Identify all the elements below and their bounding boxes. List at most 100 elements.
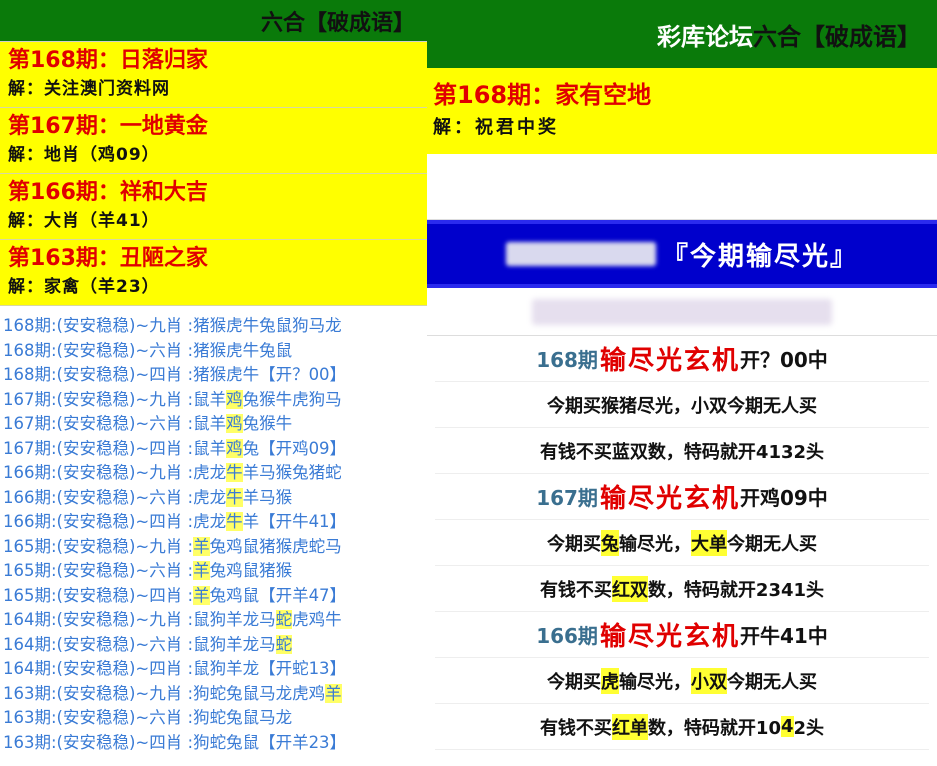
list-item: 167期:(安安稳稳)~九肖 :鼠羊鸡兔猴牛虎狗马 (3, 388, 427, 413)
round-line-highlight: 兔 (601, 529, 619, 556)
row-highlight: 羊 (193, 561, 210, 580)
row-prefix: 166期:(安安稳稳)~四肖 : (3, 512, 194, 531)
row-text: 鼠狗羊龙马 (193, 610, 276, 629)
row-text: 鼠羊 (193, 414, 227, 433)
round-line-text: 输尽光， (619, 671, 691, 693)
row-prefix: 167期:(安安稳稳)~九肖 : (3, 389, 194, 409)
row-prefix: 164期:(安安稳稳)~六肖 : (3, 634, 194, 654)
list-item: 166期:(安安稳稳)~六肖 :虎龙牛羊马猴 (3, 486, 427, 511)
right-header-prefix: 彩库论坛 (657, 22, 753, 51)
list-item: 163期:(安安稳稳)~六肖 :狗蛇兔鼠马龙 (3, 706, 427, 731)
round-period: 167期 (536, 486, 598, 510)
row-prefix: 165期:(安安稳稳)~四肖 : (3, 585, 194, 605)
row-text: 虎鸡牛 (292, 610, 342, 629)
row-text: 羊马猴兔猪蛇 (242, 463, 342, 482)
row-prefix: 163期:(安安稳稳)~九肖 : (3, 683, 194, 703)
row-highlight: 鸡 (226, 389, 243, 409)
left-panel: 六合【破成语】 第168期：日落归家 解：关注澳门资料网 第167期：一地黄金 … (0, 0, 427, 766)
round-block: 166期 输尽光玄机 开牛41中 今期买虎输尽光， 小双 今期无人买 有钱不买 红单数… (427, 612, 937, 750)
blank-strip (427, 154, 937, 220)
round-line: 有钱不买 红双 数，特码就开2341头 (435, 566, 929, 612)
guess-title: 第163期：丑陋之家 (8, 246, 208, 271)
row-highlight: 蛇 (275, 634, 293, 654)
row-text: 虎龙 (193, 463, 227, 482)
row-prefix: 168期:(安安稳稳)~九肖 : (3, 316, 194, 335)
row-text: 猪猴虎牛兔鼠 (193, 340, 293, 360)
row-prefix: 163期:(安安稳稳)~六肖 : (3, 708, 194, 727)
round-period: 166期 (536, 624, 598, 648)
round-line-highlight: 小双 (691, 667, 727, 694)
round-line-highlight: 4 (781, 716, 794, 737)
list-item: 165期:(安安稳稳)~四肖 :羊兔鸡鼠【开羊47】 (3, 584, 427, 609)
row-prefix: 166期:(安安稳稳)~六肖 : (3, 487, 194, 507)
row-prefix: 165期:(安安稳稳)~六肖 : (3, 561, 194, 580)
prediction-list: 168期:(安安稳稳)~九肖 :猪猴虎牛兔鼠狗马龙 168期:(安安稳稳)~六肖… (0, 306, 427, 755)
list-item: 167期:(安安稳稳)~四肖 :鼠羊鸡兔【开鸡09】 (3, 437, 427, 462)
guess-title: 第166期：祥和大吉 (8, 180, 208, 205)
row-text: 兔猴牛 (242, 414, 293, 433)
row-text: 鼠狗羊龙马 (193, 634, 276, 654)
guess-block: 第166期：祥和大吉 解：大肖（羊41） (0, 174, 427, 240)
right-guess-sub: 解：祝君中奖 (433, 117, 559, 138)
list-item: 166期:(安安稳稳)~九肖 :虎龙牛羊马猴兔猪蛇 (3, 461, 427, 486)
row-highlight: 羊 (193, 536, 210, 556)
guess-sub: 解：大肖（羊41） (8, 211, 160, 231)
row-text: 鼠羊 (193, 389, 227, 409)
round-line: 今期买虎输尽光， 小双 今期无人买 (435, 658, 929, 704)
round-line-text: 数，特码就开10 (647, 717, 781, 739)
round-line-highlight: 大单 (691, 529, 727, 556)
right-guess-block: 第168期：家有空地 解：祝君中奖 (427, 68, 937, 154)
round-head: 168期 输尽光玄机 开？00中 (435, 336, 929, 382)
round-block: 167期 输尽光玄机 开鸡09中 今期买兔输尽光， 大单 今期无人买 有钱不买 红双数… (427, 474, 937, 612)
row-prefix: 167期:(安安稳稳)~四肖 : (3, 438, 194, 458)
list-item: 165期:(安安稳稳)~六肖 :羊兔鸡鼠猪猴 (3, 559, 427, 584)
round-mystic: 输尽光玄机 (599, 622, 740, 652)
round-line-text: 有钱不买 (539, 579, 612, 601)
list-item: 163期:(安安稳稳)~四肖 :狗蛇兔鼠【开羊23】 (3, 731, 427, 756)
row-text: 猪猴虎牛兔鼠狗马龙 (193, 316, 342, 335)
round-line-highlight: 红单 (611, 713, 648, 740)
round-line: 有钱不买 红单 数，特码就开10 4 2头 (435, 704, 929, 750)
row-highlight: 牛 (226, 463, 243, 482)
round-line-text: 今期买猴猪尽光，小双今期无人买 (547, 395, 817, 417)
round-result: 开鸡09中 (739, 486, 828, 510)
right-header-title: 六合【破成语】 (753, 22, 921, 51)
row-text: 羊马猴 (242, 487, 293, 507)
right-panel: 彩库论坛 六合【破成语】 第168期：家有空地 解：祝君中奖 『今期输尽光』 16… (427, 0, 937, 766)
list-item: 168期:(安安稳稳)~九肖 :猪猴虎牛兔鼠狗马龙 (3, 314, 427, 339)
row-text: 虎龙 (193, 512, 227, 531)
row-prefix: 167期:(安安稳稳)~六肖 : (3, 414, 194, 433)
list-item: 164期:(安安稳稳)~九肖 :鼠狗羊龙马蛇虎鸡牛 (3, 608, 427, 633)
round-line-text: 有钱不买蓝双数，特码就开4132头 (539, 441, 825, 463)
list-item: 165期:(安安稳稳)~九肖 :羊兔鸡鼠猪猴虎蛇马 (3, 535, 427, 560)
row-prefix: 168期:(安安稳稳)~四肖 : (3, 365, 194, 384)
row-text: 兔鸡鼠【开羊47】 (209, 585, 347, 605)
row-prefix: 165期:(安安稳稳)~九肖 : (3, 536, 194, 556)
row-text: 鼠狗羊龙【开蛇13】 (193, 659, 347, 678)
round-line-text: 输尽光， (619, 533, 691, 555)
round-head: 167期 输尽光玄机 开鸡09中 (435, 474, 929, 520)
row-prefix: 163期:(安安稳稳)~四肖 : (3, 732, 194, 752)
left-header: 六合【破成语】 (0, 0, 427, 42)
banner-title: 『今期输尽光』 (661, 241, 858, 272)
row-prefix: 164期:(安安稳稳)~四肖 : (3, 659, 194, 678)
guess-sub: 解：家禽（羊23） (8, 277, 160, 297)
round-line-text: 今期无人买 (727, 671, 817, 693)
round-line-text: 今期买 (547, 671, 601, 693)
guess-title: 第168期：日落归家 (8, 48, 208, 73)
row-highlight: 羊 (325, 683, 342, 703)
round-line-highlight: 红双 (611, 575, 648, 602)
right-guess-title: 第168期：家有空地 (433, 81, 652, 109)
row-text: 虎龙 (193, 487, 227, 507)
round-mystic: 输尽光玄机 (599, 484, 740, 514)
list-item: 166期:(安安稳稳)~四肖 :虎龙牛羊【开牛41】 (3, 510, 427, 535)
guess-block: 第168期：日落归家 解：关注澳门资料网 (0, 42, 427, 108)
row-prefix: 164期:(安安稳稳)~九肖 : (3, 610, 194, 629)
row-text: 鼠羊 (193, 438, 227, 458)
row-text: 狗蛇兔鼠马龙虎鸡 (193, 683, 326, 703)
row-prefix: 168期:(安安稳稳)~六肖 : (3, 340, 194, 360)
guess-sub: 解：关注澳门资料网 (8, 79, 170, 99)
round-line: 有钱不买蓝双数，特码就开4132头 (435, 428, 929, 474)
left-header-title: 六合【破成语】 (260, 10, 415, 36)
blurred-logo (505, 242, 656, 266)
